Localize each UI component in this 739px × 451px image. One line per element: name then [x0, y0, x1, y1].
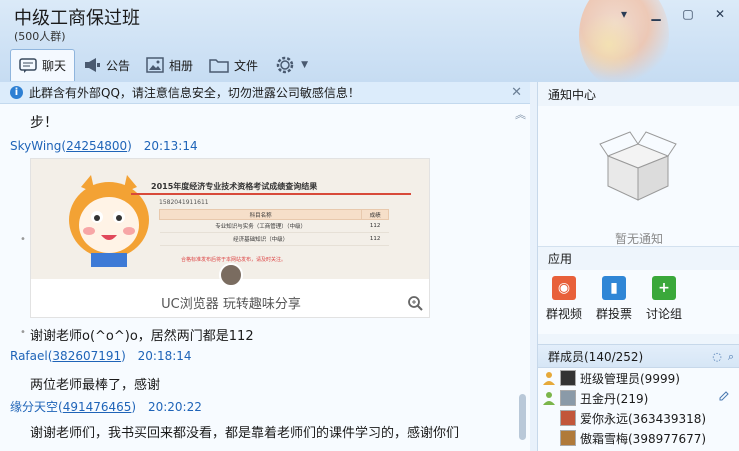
info-icon: i — [10, 86, 23, 99]
list-item[interactable]: 傲霜雪梅(398977677) — [542, 428, 706, 448]
table-header: 科目名称 — [158, 209, 363, 220]
bullet-dot: • — [20, 327, 26, 338]
uc-browser-logo — [219, 263, 243, 287]
sender-name[interactable]: 缘分天空(491476465) — [10, 400, 136, 414]
tab-photo-album[interactable]: 相册 — [138, 50, 201, 80]
list-item[interactable]: 班级管理员(9999) — [542, 368, 680, 388]
avatar — [560, 430, 576, 446]
photo-album-icon — [146, 57, 164, 73]
notify-center-header: 通知中心 — [548, 87, 597, 102]
group-video-icon: ◉ — [552, 276, 576, 300]
close-notice-icon[interactable]: ✕ — [511, 85, 522, 100]
notify-center-body: 暂无通知 — [538, 106, 739, 246]
tab-announcement-label: 公告 — [106, 58, 131, 73]
announcement-icon — [85, 58, 101, 72]
apps-header: 应用 — [538, 246, 739, 270]
apps-panel: ◉ 群视频 ▮ 群投票 + 讨论组 — [538, 270, 739, 334]
report-title: 2015年度经济专业技术资格考试成绩查询结果 — [151, 182, 318, 191]
group-title: 中级工商保过班 — [14, 8, 140, 29]
group-vote-icon: ▮ — [602, 276, 626, 300]
chat-message-area[interactable]: ︽ 步！ SkyWing(24254800) 20:13:14 • 2015年度… — [0, 104, 530, 451]
app-group-video[interactable]: ◉ 群视频 — [542, 270, 586, 334]
tab-photo-album-label: 相册 — [169, 58, 194, 73]
report-note: 合格标准发布后将于本网站发布，请及时关注。 — [181, 257, 287, 263]
window-controls: ▾ ▁ ▢ ✕ — [613, 6, 731, 22]
close-button[interactable]: ✕ — [709, 6, 731, 22]
member-name: 班级管理员(9999) — [580, 371, 680, 386]
message-time: 20:13:14 — [143, 139, 198, 153]
members-title: 群成员(140/252) — [548, 349, 644, 364]
minimize-button[interactable]: ▁ — [645, 6, 667, 22]
member-name: 爱你永远(363439318) — [580, 411, 707, 426]
zoom-in-icon[interactable] — [407, 295, 423, 311]
squirrel-mascot-icon — [69, 175, 149, 267]
tab-chat[interactable]: 聊天 — [10, 49, 76, 81]
sender-name[interactable]: Rafael(382607191) — [10, 349, 126, 363]
title-bar: 中级工商保过班 (500人群) ▾ ▁ ▢ ✕ 聊天 公告 相册 文件 ▼ — [0, 0, 739, 82]
message-header: 缘分天空(491476465) 20:20:22 — [10, 398, 202, 415]
message-time: 20:20:22 — [147, 400, 202, 414]
app-group-vote[interactable]: ▮ 群投票 — [592, 270, 636, 334]
table-header: 成绩 — [361, 209, 389, 220]
search-icon[interactable]: ⌕ — [728, 350, 734, 364]
security-notice-bar: i 此群含有外部QQ，请注意信息安全，切勿泄露公司敏感信息！ ✕ — [0, 82, 530, 104]
sender-name[interactable]: SkyWing(24254800) — [10, 139, 132, 153]
list-item[interactable]: 丑金丹(219) — [542, 388, 648, 408]
chevron-down-icon: ▼ — [301, 60, 308, 70]
member-name: 丑金丹(219) — [580, 391, 649, 406]
avatar — [560, 410, 576, 426]
admin-person-icon — [543, 372, 555, 385]
shared-image[interactable]: 2015年度经济专业技术资格考试成绩查询结果 1582041911611 科目名… — [30, 158, 430, 318]
edit-icon[interactable] — [718, 390, 730, 402]
message-time: 20:18:14 — [137, 349, 192, 363]
tab-announcement[interactable]: 公告 — [75, 50, 138, 80]
bullet-dot: • — [20, 234, 26, 245]
brand-slogan: UC浏览器 玩转趣味分享 — [161, 297, 301, 312]
members-list: 班级管理员(9999) 丑金丹(219) 爱你永远(363439318) 傲霜雪… — [538, 368, 739, 451]
group-member-count: (500人群) — [14, 30, 66, 43]
tab-files[interactable]: 文件 — [201, 50, 266, 80]
dropdown-menu-icon[interactable]: ▾ — [613, 6, 635, 22]
app-label: 群投票 — [595, 307, 632, 321]
member-name: 傲霜雪梅(398977677) — [580, 431, 707, 446]
no-notification-text: 暂无通知 — [614, 232, 663, 246]
chat-bubble-icon[interactable]: ◌ — [712, 350, 722, 364]
right-sidebar: 通知中心 暂无通知 应用 ◉ 群视频 ▮ 群投票 + 讨论组 群成员(140/2… — [537, 82, 739, 451]
app-discussion-group[interactable]: + 讨论组 — [642, 270, 686, 334]
members-header: 群成员(140/252) ◌ ⌕ — [538, 344, 739, 368]
report-id: 1582041911611 — [159, 199, 209, 206]
notice-text: 此群含有外部QQ，请注意信息安全，切勿泄露公司敏感信息！ — [29, 86, 360, 100]
message-text: 步！ — [30, 115, 58, 131]
tab-chat-label: 聊天 — [42, 59, 67, 73]
tab-settings[interactable]: ▼ — [266, 50, 316, 80]
tab-bar: 聊天 公告 相册 文件 ▼ — [10, 49, 316, 81]
chat-scrollbar[interactable] — [519, 394, 526, 440]
empty-box-icon — [599, 131, 677, 201]
message-text: 两位老师最棒了，感谢 — [30, 378, 161, 393]
avatar — [560, 370, 576, 386]
score-table: 科目名称 成绩 专业知识与实务（工商管理）（中级） 112 经济基础知识（中级）… — [158, 209, 389, 246]
list-item[interactable]: 爱你永远(363439318) — [542, 408, 706, 428]
folder-icon — [209, 59, 229, 73]
maximize-button[interactable]: ▢ — [677, 6, 699, 22]
message-text: 谢谢老师们，我书买回来都没看，都是靠着老师们的课件学习的，感谢你们 — [30, 426, 460, 441]
tab-files-label: 文件 — [234, 58, 259, 73]
scroll-up-icon[interactable]: ︽ — [515, 106, 526, 122]
app-label: 讨论组 — [645, 307, 682, 321]
settings-gear-icon — [276, 56, 294, 74]
avatar — [560, 390, 576, 406]
message-header: SkyWing(24254800) 20:13:14 — [10, 139, 198, 153]
app-label: 群视频 — [545, 307, 582, 321]
chat-icon — [19, 57, 37, 73]
table-row: 经济基础知识（中级） 112 — [159, 232, 389, 246]
discussion-group-icon: + — [652, 276, 676, 300]
table-row: 专业知识与实务（工商管理）（中级） 112 — [159, 219, 389, 233]
message-text: 谢谢老师o(^o^)o，居然两门都是112 — [30, 329, 254, 344]
message-header: Rafael(382607191) 20:18:14 — [10, 349, 192, 363]
member-person-icon — [543, 392, 555, 405]
